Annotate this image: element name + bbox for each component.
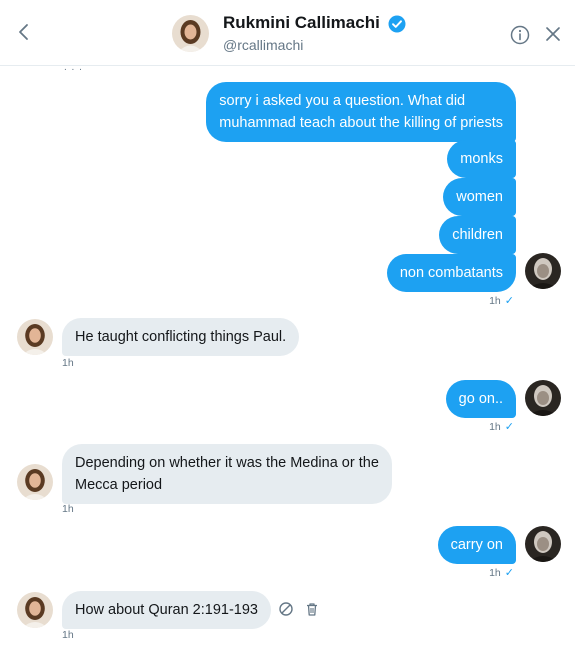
contact-name[interactable]: Rukmini Callimachi	[223, 13, 380, 33]
contact-avatar[interactable]	[17, 464, 53, 500]
timestamp-text: 1h	[489, 295, 501, 307]
incoming-message[interactable]: Depending on whether it was the Medina o…	[62, 444, 392, 504]
close-button[interactable]	[543, 24, 563, 44]
timestamp-text: 1h	[489, 567, 501, 579]
outgoing-message[interactable]: sorry i asked you a question. What did m…	[206, 82, 516, 142]
message-line: Depending on whether it was the Medina o…	[75, 455, 379, 471]
outgoing-message[interactable]: carry on	[437, 526, 516, 564]
sender-avatar[interactable]	[525, 526, 561, 562]
contact-avatar[interactable]	[17, 319, 53, 355]
conversation-header: Rukmini Callimachi @rcallimachi	[0, 0, 575, 66]
message-timestamp: 1h	[62, 357, 74, 369]
info-button[interactable]	[509, 24, 531, 46]
block-icon	[279, 602, 293, 616]
outgoing-message[interactable]: monks	[447, 140, 516, 178]
incoming-message[interactable]: How about Quran 2:191-193	[62, 591, 271, 629]
message-line: Mecca period	[75, 477, 163, 493]
outgoing-message[interactable]: children	[439, 216, 516, 254]
contact-avatar[interactable]	[17, 592, 53, 628]
info-icon	[510, 25, 530, 45]
verified-badge-icon	[388, 15, 406, 33]
message-actions	[278, 601, 320, 617]
checkmark-icon: ✓	[504, 567, 514, 579]
message-line: sorry i asked you a question. What did	[219, 93, 466, 109]
back-button[interactable]	[12, 20, 36, 44]
message-timestamp: 1h	[62, 629, 74, 641]
outgoing-message[interactable]: women	[443, 178, 516, 216]
message-timestamp: 1h	[62, 503, 74, 515]
message-timestamp: 1h ✓	[489, 566, 514, 579]
truncated-timestamp: . . .	[64, 62, 83, 73]
close-icon	[546, 27, 560, 41]
timestamp-text: 1h	[489, 421, 501, 433]
sender-avatar[interactable]	[525, 380, 561, 416]
contact-handle[interactable]: @rcallimachi	[223, 37, 303, 53]
outgoing-message[interactable]: go on..	[445, 380, 516, 418]
incoming-message[interactable]: He taught conflicting things Paul.	[62, 318, 300, 356]
checkmark-icon: ✓	[504, 295, 514, 307]
message-timestamp: 1h ✓	[489, 420, 514, 433]
chevron-left-icon	[19, 24, 28, 40]
outgoing-message[interactable]: non combatants	[386, 254, 516, 292]
checkmark-icon: ✓	[504, 421, 514, 433]
trash-icon	[307, 603, 317, 616]
header-avatar[interactable]	[172, 15, 209, 52]
sender-avatar[interactable]	[525, 253, 561, 289]
message-timestamp: 1h ✓	[489, 294, 514, 307]
message-line: muhammad teach about the killing of prie…	[219, 115, 503, 131]
delete-button[interactable]	[304, 601, 320, 617]
report-button[interactable]	[278, 601, 294, 617]
